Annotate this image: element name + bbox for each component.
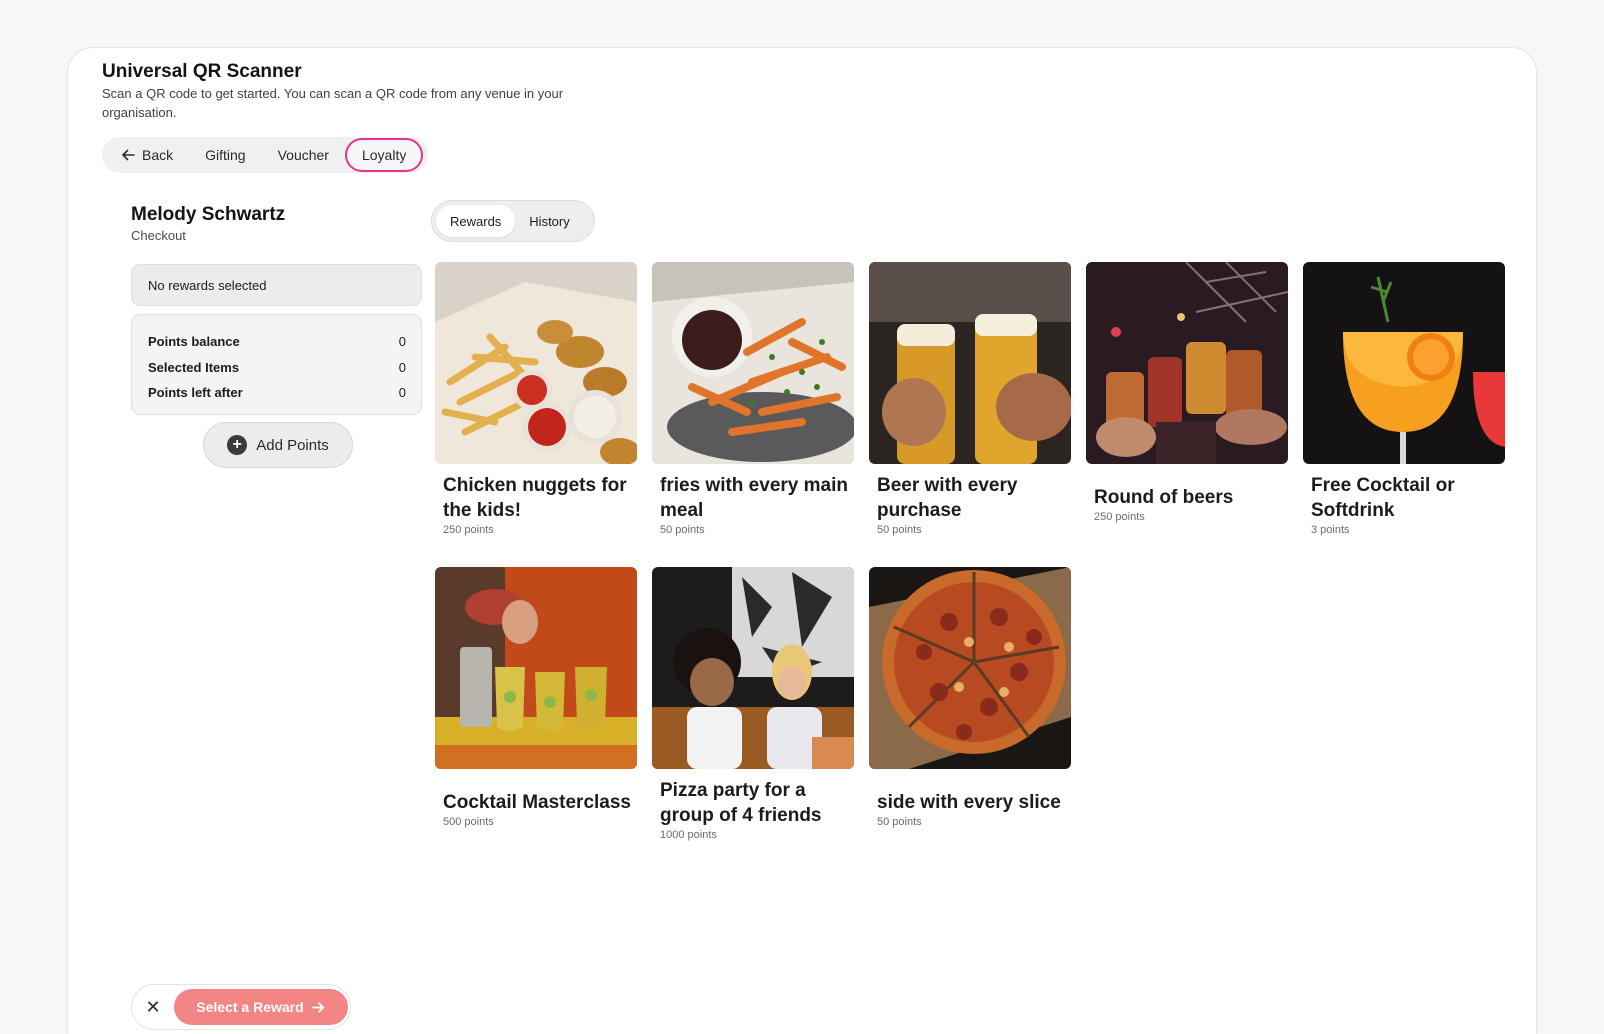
customer-subtitle: Checkout — [131, 228, 186, 243]
reward-points: 50 points — [660, 523, 705, 536]
points-balance-label: Points balance — [148, 334, 240, 350]
selected-items-row: Selected Items 0 — [148, 355, 406, 381]
reward-points: 50 points — [877, 523, 922, 536]
reward-card[interactable]: Cocktail Masterclass 500 points — [435, 567, 637, 828]
selected-items-label: Selected Items — [148, 359, 240, 375]
arrow-left-icon — [122, 149, 135, 161]
reward-card[interactable]: fries with every main meal 50 points — [652, 262, 854, 536]
points-left-value: 0 — [398, 385, 406, 401]
reward-name: Pizza party for a group of 4 friends — [660, 779, 822, 826]
no-rewards-label: No rewards selected — [148, 277, 267, 293]
round-of-beers-photo — [1086, 262, 1288, 464]
pizza-photo — [869, 567, 1071, 769]
top-navigation: Back Gifting Voucher Loyalty — [102, 137, 428, 173]
reward-points: 250 points — [1094, 511, 1145, 523]
reward-info: Beer with every purchase 50 points — [877, 464, 1067, 544]
back-button[interactable]: Back — [112, 137, 189, 173]
reward-name: Round of beers — [1094, 487, 1234, 508]
arrow-right-icon — [311, 1001, 324, 1013]
masterclass-photo — [435, 567, 637, 769]
reward-card[interactable]: Round of beers 250 points — [1086, 262, 1288, 523]
reward-points: 250 points — [443, 523, 494, 536]
beer-photo — [869, 262, 1071, 464]
reward-name: side with every slice — [877, 792, 1061, 813]
tab-history[interactable]: History — [515, 205, 583, 237]
reward-info: fries with every main meal 50 points — [660, 464, 850, 544]
cocktail-photo — [1303, 262, 1505, 464]
tab-voucher[interactable]: Voucher — [262, 137, 345, 173]
reward-points: 3 points — [1311, 523, 1350, 536]
close-icon[interactable]: ✕ — [132, 986, 174, 1028]
add-points-button[interactable]: + Add Points — [203, 422, 353, 468]
bottom-action-bar: ✕ Select a Reward — [131, 984, 351, 1030]
tab-loyalty[interactable]: Loyalty — [344, 138, 424, 172]
select-reward-label: Select a Reward — [196, 999, 304, 1015]
scanner-panel: Universal QR Scanner Scan a QR code to g… — [67, 47, 1537, 1034]
reward-name: Chicken nuggets for the kids! — [443, 474, 627, 521]
reward-name: Beer with every purchase — [877, 474, 1018, 521]
rewards-history-tabs: Rewards History — [431, 200, 595, 242]
plus-circle-icon: + — [227, 435, 248, 455]
reward-card[interactable]: Chicken nuggets for the kids! 250 points — [435, 262, 637, 536]
selected-rewards-box: No rewards selected — [131, 264, 422, 306]
add-points-label: Add Points — [256, 436, 329, 454]
points-balance-value: 0 — [398, 334, 406, 350]
reward-points: 50 points — [877, 816, 922, 828]
page-title: Universal QR Scanner — [102, 61, 302, 82]
customer-name: Melody Schwartz — [131, 204, 286, 225]
reward-info: Chicken nuggets for the kids! 250 points — [443, 464, 633, 544]
reward-name: Free Cocktail or Softdrink — [1311, 474, 1455, 521]
points-left-label: Points left after — [148, 385, 243, 401]
tab-gifting[interactable]: Gifting — [189, 137, 261, 173]
reward-name: Cocktail Masterclass — [443, 792, 631, 813]
fries-photo — [652, 262, 854, 464]
points-left-row: Points left after 0 — [148, 380, 406, 406]
reward-points: 1000 points — [660, 828, 717, 841]
reward-info: Free Cocktail or Softdrink 3 points — [1311, 464, 1501, 544]
reward-info: side with every slice 50 points — [877, 769, 1067, 849]
reward-info: Round of beers 250 points — [1094, 464, 1284, 544]
reward-info: Pizza party for a group of 4 friends 100… — [660, 769, 850, 849]
reward-card[interactable]: Pizza party for a group of 4 friends 100… — [652, 567, 854, 841]
page-subtitle: Scan a QR code to get started. You can s… — [102, 86, 564, 120]
select-reward-button[interactable]: Select a Reward — [174, 989, 348, 1025]
chicken-nuggets-photo — [435, 262, 637, 464]
points-summary: Points balance 0 Selected Items 0 Points… — [131, 314, 422, 415]
reward-card[interactable]: side with every slice 50 points — [869, 567, 1071, 828]
back-label: Back — [142, 147, 174, 163]
reward-info: Cocktail Masterclass 500 points — [443, 769, 633, 849]
tab-rewards[interactable]: Rewards — [436, 205, 516, 237]
selected-items-value: 0 — [398, 359, 406, 375]
pizza-party-photo — [652, 567, 854, 769]
reward-points: 500 points — [443, 816, 494, 828]
reward-card[interactable]: Free Cocktail or Softdrink 3 points — [1303, 262, 1505, 536]
reward-name: fries with every main meal — [660, 474, 848, 521]
reward-card[interactable]: Beer with every purchase 50 points — [869, 262, 1071, 536]
points-balance-row: Points balance 0 — [148, 329, 406, 355]
